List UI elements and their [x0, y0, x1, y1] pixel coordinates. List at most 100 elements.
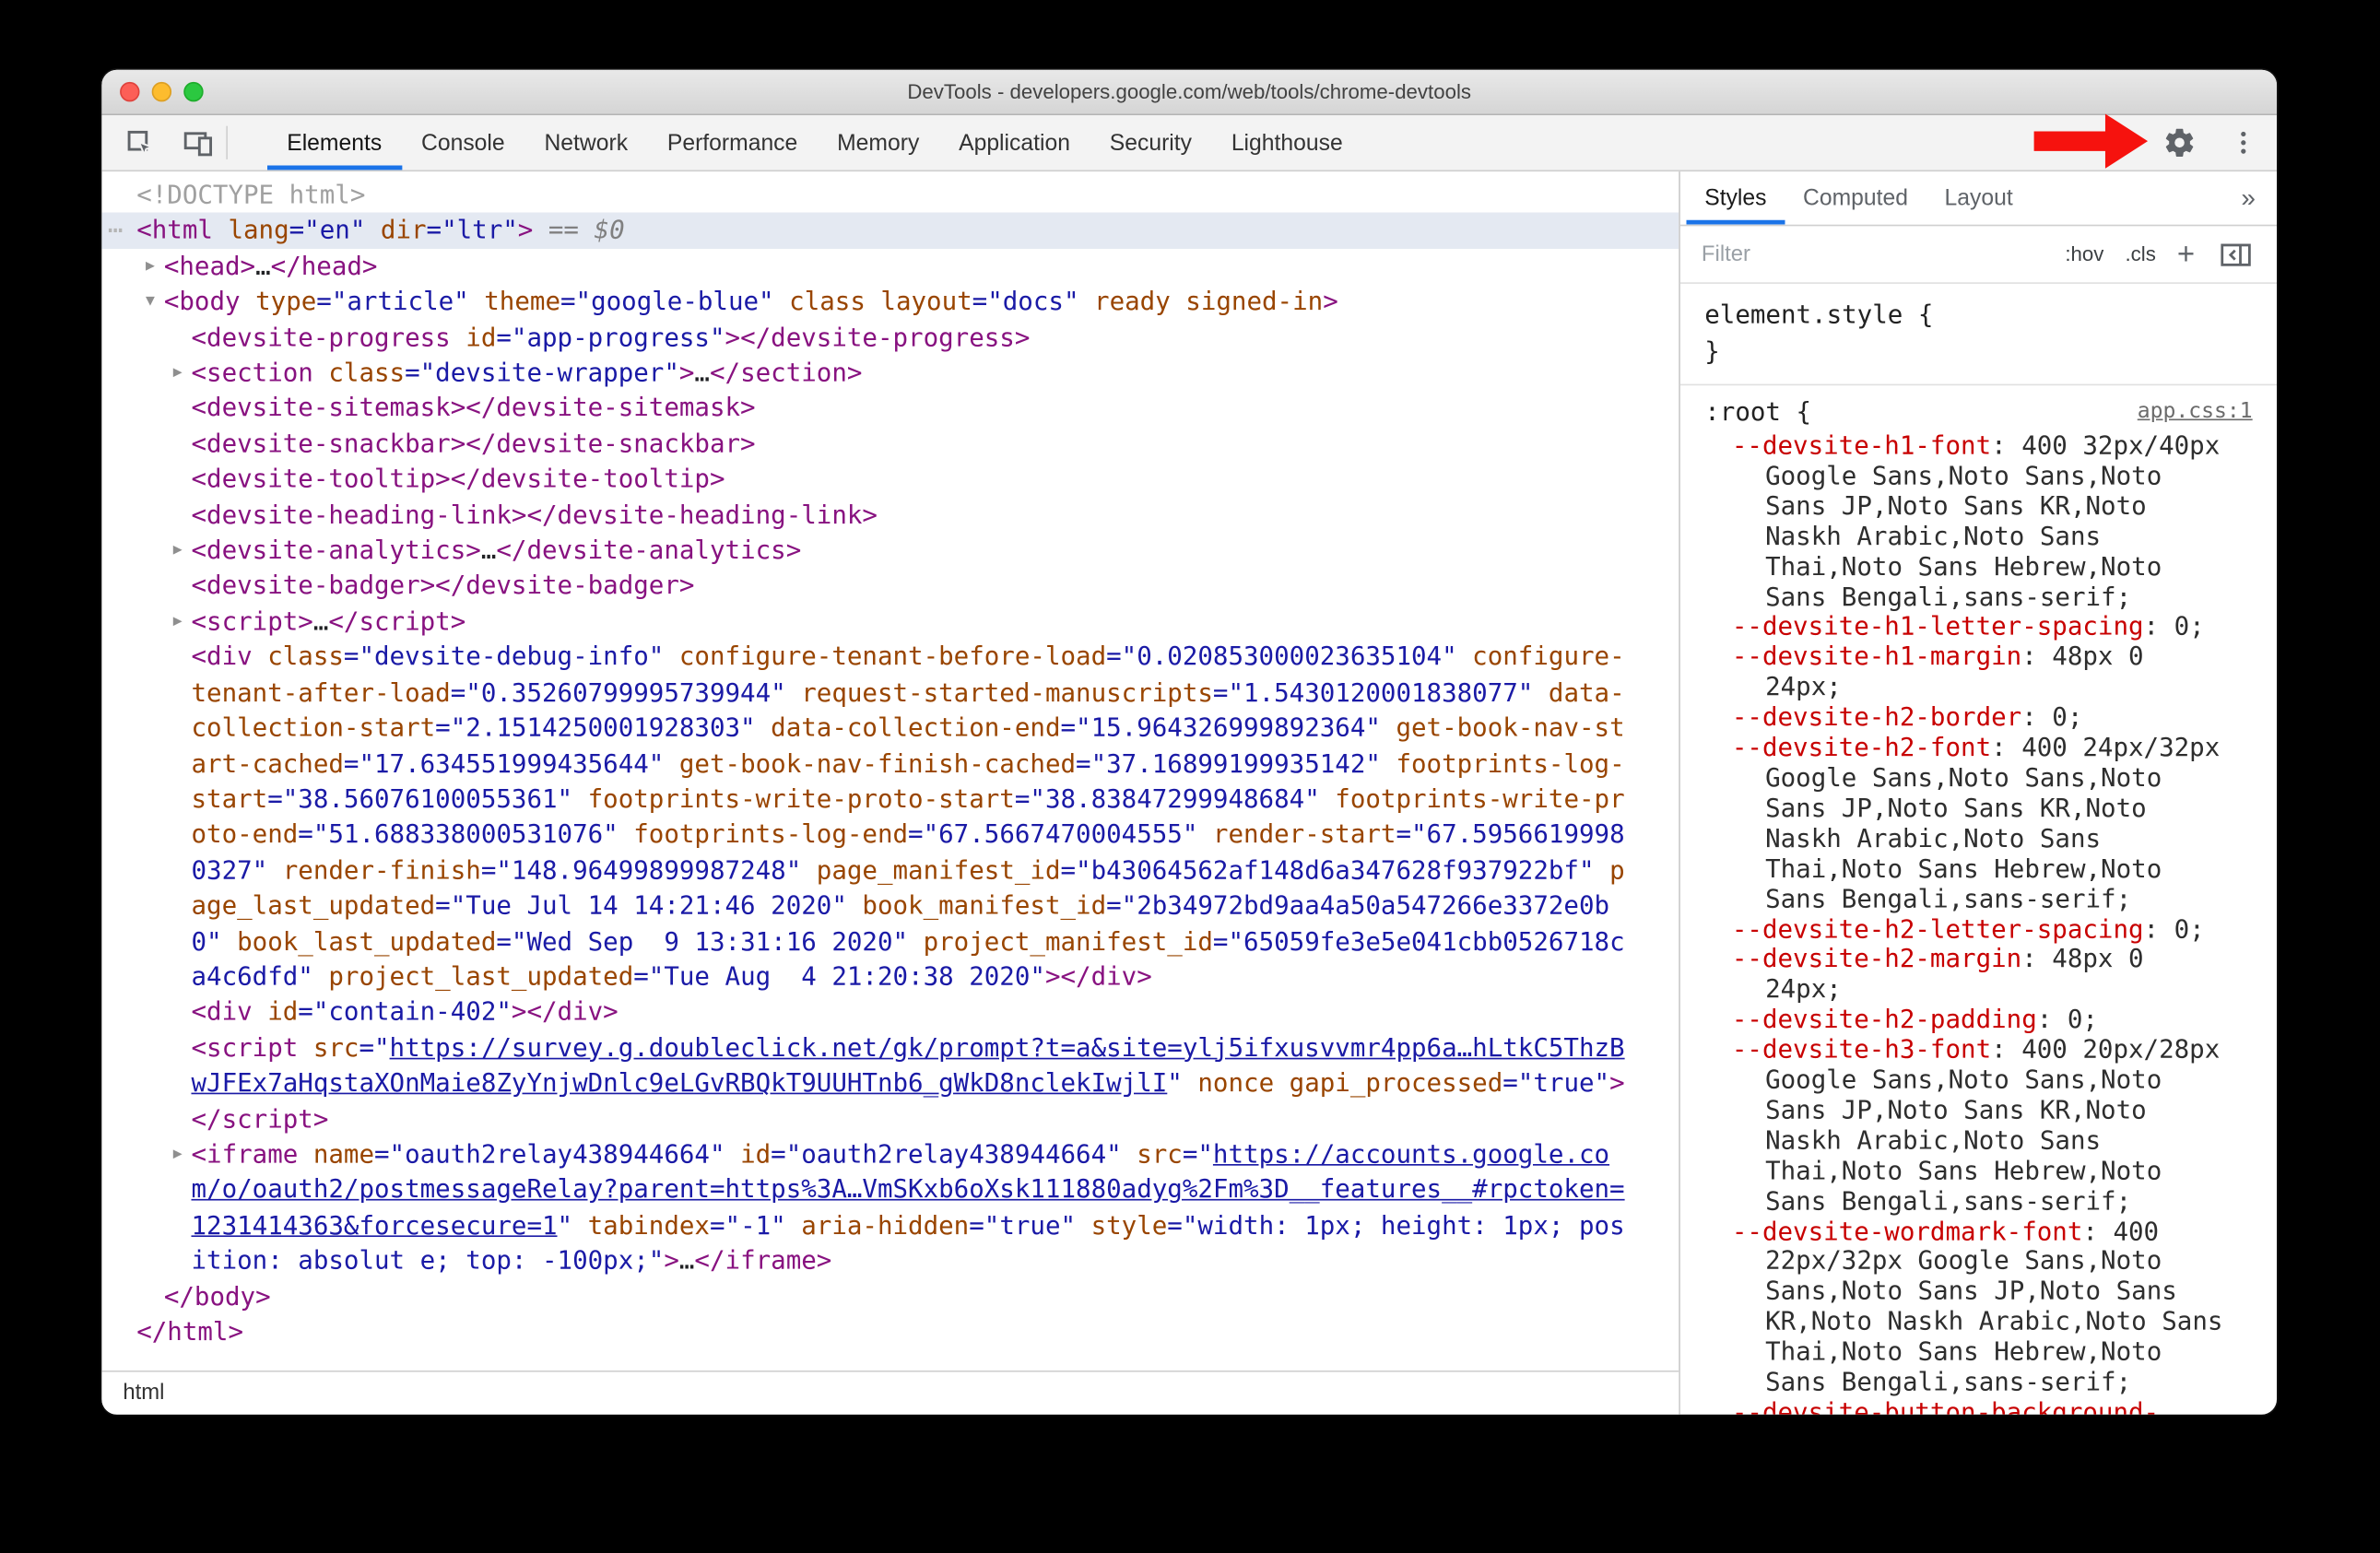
more-tabs-button[interactable]: » — [2220, 171, 2277, 225]
dom-tree-row[interactable]: <devsite-badger></devsite-badger> — [101, 569, 1679, 605]
device-toolbar-icon — [183, 131, 212, 156]
expand-arrow-icon[interactable]: ▶ — [165, 1136, 189, 1172]
gear-icon — [2165, 128, 2194, 157]
styles-sidebar: StylesComputedLayout » :hov .cls + — [1679, 171, 2278, 1415]
dom-tree-row[interactable]: <devsite-sitemask></devsite-sitemask> — [101, 391, 1679, 427]
dom-tree-row[interactable]: ▶ <head>…</head> — [101, 249, 1679, 285]
settings-gear-button[interactable] — [2160, 123, 2199, 162]
expand-arrow-icon[interactable]: ▶ — [138, 249, 162, 285]
traffic-lights — [120, 70, 204, 114]
css-property-value[interactable]: : 0; — [2144, 912, 2205, 944]
more-options-button[interactable] — [2223, 123, 2263, 162]
css-property-name[interactable]: --devsite-h2-font — [1732, 732, 1991, 762]
devtools-main: <!DOCTYPE html> ⋯ <html lang="en" dir="ltr… — [101, 171, 2278, 1415]
dom-tree-row[interactable]: <devsite-progress id="app-progress"></de… — [101, 320, 1679, 356]
tab-memory[interactable]: Memory — [818, 115, 939, 170]
row-options-dots-icon: ⋯ — [107, 214, 124, 245]
expand-arrow-icon[interactable]: ▶ — [165, 604, 189, 640]
styles-filter-input[interactable] — [1701, 241, 2044, 266]
style-declaration[interactable]: --devsite-h2-margin: 48px 0 24px; — [1704, 943, 2225, 1006]
stylesheet-source-link[interactable]: app.css:1 — [2138, 394, 2253, 428]
new-style-rule-button[interactable]: + — [2177, 239, 2195, 269]
inspect-element-button[interactable] — [120, 123, 159, 162]
tab-network[interactable]: Network — [524, 115, 647, 170]
sidebar-tab-computed[interactable]: Computed — [1785, 171, 1926, 225]
style-declaration[interactable]: --devsite-h1-font: 400 32px/40px Google … — [1704, 429, 2225, 613]
style-declaration[interactable]: --devsite-h3-font: 400 20px/28px Google … — [1704, 1034, 2225, 1217]
dom-tree-row[interactable]: </body> — [101, 1278, 1679, 1314]
dom-tree-row[interactable]: ▶ <script>…</script> — [101, 604, 1679, 640]
element-style-selector[interactable]: element.style — [1704, 299, 1903, 329]
dom-tree-row[interactable]: <!DOCTYPE html> — [101, 178, 1679, 214]
dom-tree-row[interactable]: <script src="https://survey.g.doubleclic… — [101, 1030, 1679, 1101]
sidebar-tab-styles[interactable]: Styles — [1686, 171, 1785, 225]
root-style-rule[interactable]: app.css:1 :root { --devsite-h1-font: 400… — [1680, 385, 2277, 1415]
inspect-cursor-icon — [126, 130, 154, 157]
dom-tree-row[interactable]: </html> — [101, 1314, 1679, 1350]
css-property-name[interactable]: --devsite-wordmark-font — [1732, 1215, 2083, 1245]
expand-arrow-icon[interactable]: ▶ — [165, 533, 189, 569]
css-property-name[interactable]: --devsite-button-background-hover — [1732, 1396, 2159, 1415]
toolbar-separator — [226, 125, 229, 159]
dom-tree-row[interactable]: ▼ <body type="article" theme="google-blue… — [101, 284, 1679, 320]
css-property-name[interactable]: --devsite-h3-font — [1732, 1034, 1991, 1065]
element-style-rule[interactable]: element.style { } — [1679, 284, 2278, 386]
device-toolbar-button[interactable] — [178, 123, 218, 162]
dom-tree-row[interactable]: ▶ <section class="devsite-wrapper">…</sec… — [101, 355, 1679, 391]
css-property-value[interactable]: : 0; — [2021, 701, 2082, 732]
zoom-window-button[interactable] — [183, 81, 204, 102]
class-toggle-button[interactable]: .cls — [2125, 242, 2155, 265]
dom-tree-row[interactable]: <devsite-snackbar></devsite-snackbar> — [101, 426, 1679, 462]
main-tabs: Elements Console Network Performance Memory A… — [267, 115, 1362, 170]
dom-tree-row[interactable]: ▶ <iframe name="oauth2relay438944664" id=… — [101, 1136, 1679, 1278]
vertical-dots-icon — [2241, 131, 2246, 154]
sidebar-pane-button[interactable] — [2216, 234, 2256, 274]
tab-performance[interactable]: Performance — [647, 115, 817, 170]
style-declaration[interactable]: --devsite-h2-font: 400 24px/32px Google … — [1704, 732, 2225, 914]
expand-arrow-icon[interactable]: ▶ — [165, 355, 189, 391]
css-property-name[interactable]: --devsite-h1-font — [1732, 429, 1991, 460]
css-property-value[interactable]: : 0; — [2144, 611, 2205, 641]
annotation-red-arrow-icon — [2033, 112, 2150, 171]
tab-console[interactable]: Console — [402, 115, 524, 170]
root-selector[interactable]: :root — [1704, 396, 1781, 427]
css-property-value[interactable]: : 0; — [2037, 1004, 2098, 1034]
dom-tree: <!DOCTYPE html> ⋯ <html lang="en" dir="ltr… — [101, 171, 1679, 1371]
devtools-toolbar: Elements Console Network Performance Memory A… — [101, 112, 2278, 172]
tab-elements[interactable]: Elements — [267, 115, 402, 170]
dom-tree-row[interactable]: ▶ <devsite-analytics>…</devsite-analytics… — [101, 533, 1679, 569]
styles-pane: element.style { } app.css:1 :root { --de… — [1679, 284, 2278, 1415]
tab-security[interactable]: Security — [1090, 115, 1211, 170]
elements-panel: <!DOCTYPE html> ⋯ <html lang="en" dir="ltr… — [101, 171, 1680, 1415]
breadcrumb-item-html[interactable]: html — [123, 1378, 176, 1408]
pseudo-state-button[interactable]: :hov — [2065, 242, 2103, 265]
css-property-name[interactable]: --devsite-h1-margin — [1732, 641, 2021, 672]
minimize-window-button[interactable] — [151, 81, 172, 102]
close-window-button[interactable] — [120, 81, 140, 102]
pane-layout-icon — [2221, 242, 2251, 265]
css-property-name[interactable]: --devsite-h2-padding — [1732, 1004, 2037, 1034]
style-declaration[interactable]: --devsite-h2-letter-spacing: 0; — [1704, 912, 2225, 945]
collapse-arrow-icon[interactable]: ▼ — [138, 284, 162, 320]
style-declaration[interactable]: --devsite-h2-padding: 0; — [1704, 1004, 2225, 1035]
dom-tree-row[interactable]: ⋯ <html lang="en" dir="ltr"> == $0 — [101, 213, 1679, 249]
dom-tree-row[interactable]: <div id="contain-402"></div> — [101, 994, 1679, 1030]
style-declaration[interactable]: --devsite-h1-margin: 48px 0 24px; — [1704, 641, 2225, 703]
dom-tree-row[interactable]: <devsite-heading-link></devsite-heading-… — [101, 498, 1679, 534]
style-declaration[interactable]: --devsite-wordmark-font: 400 22px/32px G… — [1704, 1215, 2225, 1398]
dom-tree-row[interactable]: <devsite-tooltip></devsite-tooltip> — [101, 462, 1679, 498]
css-property-name[interactable]: --devsite-h2-border — [1732, 701, 2021, 732]
breadcrumb-bar: html — [101, 1370, 1679, 1415]
tab-lighthouse[interactable]: Lighthouse — [1211, 115, 1362, 170]
style-declaration[interactable]: --devsite-h2-border: 0; — [1704, 701, 2225, 734]
style-declaration[interactable]: --devsite-h1-letter-spacing: 0; — [1704, 611, 2225, 642]
css-property-name[interactable]: --devsite-h2-letter-spacing — [1732, 912, 2144, 944]
css-property-name[interactable]: --devsite-h1-letter-spacing — [1732, 611, 2144, 641]
tab-application[interactable]: Application — [939, 115, 1090, 170]
css-property-name[interactable]: --devsite-h2-margin — [1732, 943, 2021, 973]
dom-tree-row[interactable]: </script> — [101, 1101, 1679, 1137]
dom-tree-row[interactable]: <div class="devsite-debug-info" configur… — [101, 640, 1679, 994]
window-title: DevTools - developers.google.com/web/too… — [907, 80, 1471, 103]
style-declaration[interactable]: --devsite-button-background-hover — [1704, 1396, 2225, 1415]
sidebar-tab-layout[interactable]: Layout — [1926, 171, 2032, 225]
